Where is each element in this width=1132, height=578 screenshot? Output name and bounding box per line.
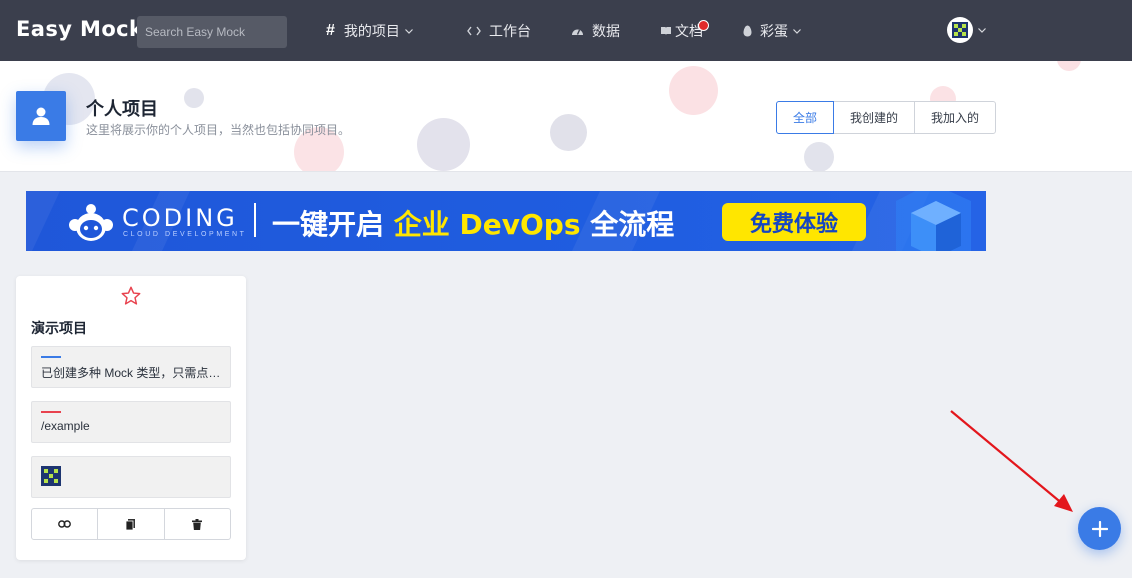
notification-dot <box>698 20 709 31</box>
nav-easter-egg[interactable]: 彩蛋 <box>743 0 802 61</box>
filter-created-button[interactable]: 我创建的 <box>833 101 916 134</box>
banner-headline-prefix: 一键开启 <box>272 208 385 241</box>
annotation-arrow <box>950 410 1073 512</box>
user-icon <box>16 91 66 141</box>
decorative-bubble <box>669 66 718 115</box>
project-filter-group: 全部 我创建的 我加入的 <box>776 101 997 134</box>
project-members-field <box>31 456 231 498</box>
project-card[interactable]: 演示项目 已创建多种 Mock 类型，只需点击预览便可查看效果 /example <box>16 276 246 560</box>
nav-workbench-label: 工作台 <box>489 22 531 39</box>
banner-headline-suffix: 全流程 <box>590 208 675 241</box>
copy-icon <box>126 518 136 530</box>
copy-link-button[interactable] <box>32 509 97 539</box>
decorative-bubble <box>550 114 587 151</box>
banner-divider <box>254 203 256 237</box>
filter-joined-button[interactable]: 我加入的 <box>914 101 997 134</box>
project-description: 已创建多种 Mock 类型，只需点击预览便可查看效果 <box>41 366 223 380</box>
page-title: 个人项目 <box>86 99 158 119</box>
book-icon <box>660 26 672 36</box>
cube-graphic-icon <box>896 191 971 251</box>
page-header: 个人项目 这里将展示你的个人项目，当然也包括协同项目。 全部 我创建的 我加入的 <box>0 61 1132 172</box>
clone-project-button[interactable] <box>97 509 163 539</box>
decorative-bubble <box>417 118 470 171</box>
nav-easter-egg-label: 彩蛋 <box>760 22 788 39</box>
plus-icon <box>1091 520 1108 537</box>
user-avatar <box>947 17 973 43</box>
chevron-down-icon <box>404 26 414 36</box>
filter-all-button[interactable]: 全部 <box>776 101 835 134</box>
hash-icon: # <box>326 21 335 39</box>
decorative-bubble <box>184 88 204 108</box>
add-project-button[interactable] <box>1078 507 1121 550</box>
search-input[interactable] <box>137 16 287 48</box>
nav-workbench[interactable]: 工作台 <box>467 0 531 61</box>
member-avatar[interactable] <box>41 466 61 486</box>
top-navbar: Easy Mock # 我的项目 工作台 数据 文档 彩蛋 <box>0 0 1132 61</box>
dashboard-icon <box>571 25 584 36</box>
banner-brand: CODING <box>122 204 238 232</box>
project-url-field: /example <box>31 401 231 443</box>
banner-headline: 一键开启 企业 DevOps 全流程 <box>272 203 674 243</box>
nav-my-projects[interactable]: # 我的项目 <box>326 0 414 61</box>
chevron-down-icon <box>792 26 802 36</box>
user-menu[interactable] <box>947 17 987 43</box>
nav-data[interactable]: 数据 <box>571 0 620 61</box>
coding-ad-banner[interactable]: CODING CLOUD DEVELOPMENT 一键开启 企业 DevOps … <box>26 191 986 251</box>
url-accent-line <box>41 411 61 413</box>
nav-my-projects-label: 我的项目 <box>343 22 400 39</box>
chevron-down-icon <box>977 25 987 35</box>
banner-cta-button[interactable]: 免费体验 <box>722 203 866 241</box>
banner-headline-highlight: 企业 DevOps <box>393 208 581 241</box>
egg-icon <box>743 25 752 37</box>
description-accent-line <box>41 356 61 358</box>
page-subtitle: 这里将展示你的个人项目，当然也包括协同项目。 <box>86 123 351 137</box>
decorative-bubble <box>1057 61 1081 71</box>
code-icon <box>467 26 481 36</box>
nav-docs[interactable]: 文档 <box>660 0 703 61</box>
banner-brand-sub: CLOUD DEVELOPMENT <box>123 231 247 238</box>
decorative-bubble <box>804 142 834 171</box>
trash-icon <box>192 518 203 530</box>
delete-project-button[interactable] <box>163 509 230 539</box>
coding-mascot-icon <box>69 204 113 241</box>
project-actions <box>31 508 231 540</box>
star-icon[interactable] <box>120 285 142 307</box>
link-icon <box>58 520 72 528</box>
nav-data-label: 数据 <box>592 22 620 39</box>
app-logo[interactable]: Easy Mock <box>16 17 143 41</box>
project-description-field: 已创建多种 Mock 类型，只需点击预览便可查看效果 <box>31 346 231 388</box>
project-url: /example <box>41 419 90 433</box>
project-name: 演示项目 <box>31 320 87 336</box>
